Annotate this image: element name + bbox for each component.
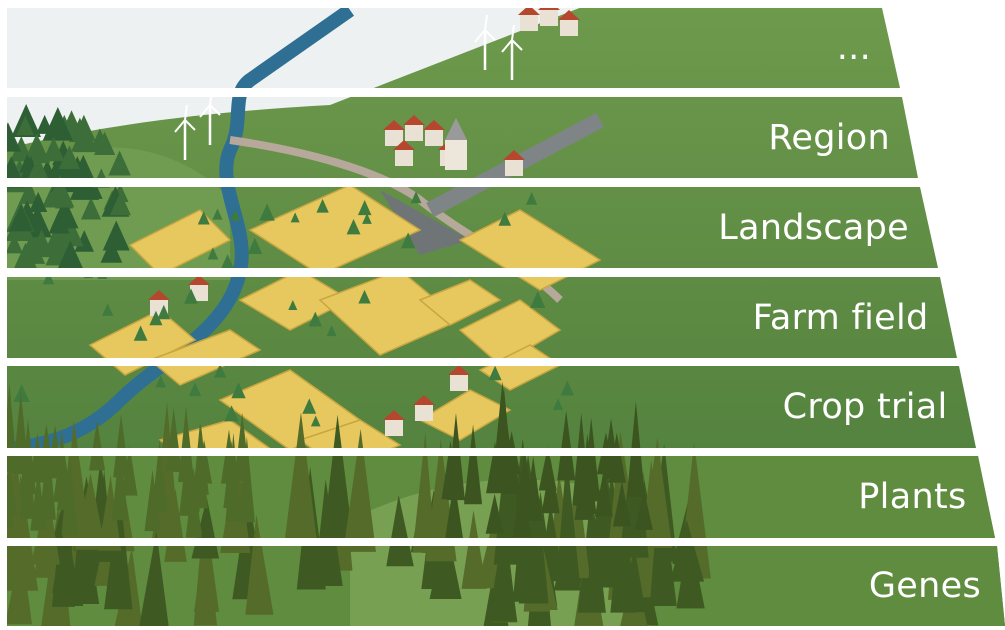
level-band-0 bbox=[7, 8, 900, 88]
level-band-1 bbox=[7, 97, 918, 178]
scale-diagram: ... Region Landscape Farm field Crop tri… bbox=[0, 0, 1005, 626]
tint-layer bbox=[7, 8, 1005, 626]
level-band-6 bbox=[7, 546, 1005, 626]
level-band-2 bbox=[7, 187, 938, 268]
level-band-4 bbox=[7, 366, 976, 448]
landscape-illustration bbox=[7, 8, 1005, 626]
level-band-3 bbox=[7, 277, 957, 358]
level-band-5 bbox=[7, 456, 995, 538]
tree bbox=[83, 267, 94, 279]
